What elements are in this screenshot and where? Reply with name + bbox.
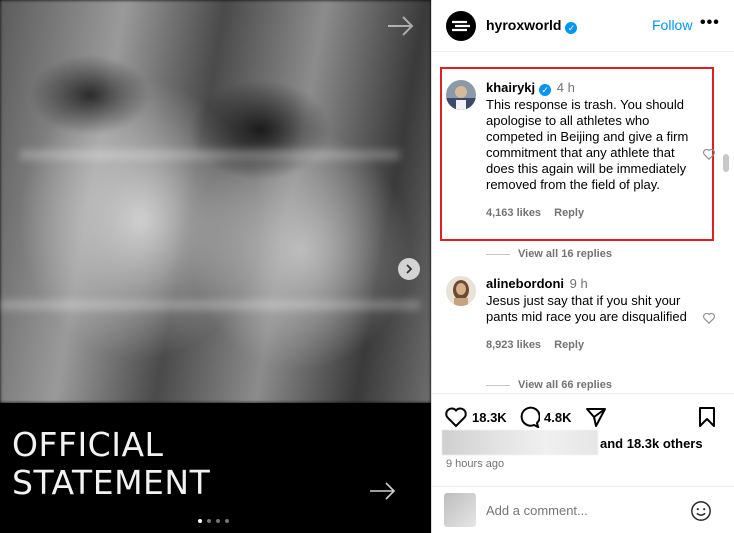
carousel-dot[interactable]	[216, 519, 220, 523]
post-timestamp[interactable]: 9 hours ago	[446, 458, 504, 470]
comment-username[interactable]: khairykj	[486, 80, 535, 95]
more-options-icon[interactable]: •••	[700, 14, 720, 32]
statement-title: OFFICIAL STATEMENT	[12, 426, 210, 502]
follow-button[interactable]: Follow	[652, 17, 692, 33]
avatar[interactable]	[446, 80, 476, 110]
share-button[interactable]	[585, 406, 607, 428]
comment-text: This response is trash. You should apolo…	[486, 97, 689, 192]
statement-line: STATEMENT	[12, 463, 211, 502]
carousel-dot[interactable]	[207, 519, 211, 523]
avatar[interactable]	[446, 11, 476, 41]
comment-username[interactable]: alinebordoni	[486, 276, 564, 291]
comment-time: 9 h	[569, 276, 588, 291]
heart-icon[interactable]	[702, 311, 716, 325]
comments-list[interactable]: khairykj ✓ 4 h This response is trash. Yo…	[432, 52, 734, 393]
post-sidebar: hyroxworld ✓ Follow ••• khairykj ✓ 4 h T…	[431, 0, 734, 533]
bookmark-icon	[699, 407, 715, 427]
statement-line: OFFICIAL	[12, 425, 164, 464]
share-icon	[586, 408, 606, 427]
verified-icon: ✓	[565, 22, 578, 34]
hyrox-logo-icon	[452, 20, 470, 32]
comment-button[interactable]: 4.8K	[518, 406, 571, 428]
avatar[interactable]	[446, 276, 476, 306]
scrollbar[interactable]	[723, 154, 729, 172]
arrow-right-icon	[388, 16, 414, 36]
comment-count: 4.8K	[544, 409, 572, 425]
comment-icon	[520, 406, 540, 428]
comment-body: alinebordoni 9 h Jesus just say that if …	[486, 276, 691, 353]
post-actions: 18.3K 4.8K and 18.3k others 9 hours ago	[432, 393, 734, 533]
post-photo	[0, 0, 431, 403]
arrow-right-icon	[370, 482, 396, 500]
comment-input[interactable]	[486, 503, 676, 518]
author-username[interactable]: hyroxworld ✓	[486, 17, 578, 34]
chevron-right-icon	[406, 264, 413, 274]
username-text: hyroxworld	[486, 17, 562, 33]
verified-icon: ✓	[539, 84, 552, 96]
carousel-dot[interactable]	[198, 519, 202, 523]
emoji-icon[interactable]	[690, 500, 712, 522]
reply-button[interactable]: Reply	[554, 207, 584, 219]
comment-likes[interactable]: 8,923 likes	[486, 339, 541, 351]
view-replies-button[interactable]: View all 16 replies	[486, 248, 612, 260]
carousel-dots	[198, 519, 229, 523]
add-comment-row	[432, 486, 734, 533]
comment-body: khairykj ✓ 4 h This response is trash. Yo…	[486, 80, 691, 221]
post-header: hyroxworld ✓ Follow •••	[432, 0, 734, 52]
comment-likes[interactable]: 4,163 likes	[486, 207, 541, 219]
save-button[interactable]	[698, 406, 716, 428]
liked-by-blurred	[442, 430, 598, 455]
avatar	[444, 493, 476, 527]
motion-blur	[0, 300, 420, 310]
comment-time: 4 h	[556, 80, 575, 95]
comment-text: Jesus just say that if you shit your pan…	[486, 293, 687, 324]
heart-icon[interactable]	[702, 147, 716, 161]
post-media: OFFICIAL STATEMENT	[0, 0, 431, 533]
next-slide-button[interactable]	[398, 258, 420, 280]
liked-by-text[interactable]: and 18.3k others	[600, 436, 703, 451]
motion-blur	[20, 150, 400, 160]
heart-icon	[445, 407, 467, 428]
like-count: 18.3K	[472, 409, 507, 425]
carousel-dot[interactable]	[225, 519, 229, 523]
view-replies-button[interactable]: View all 66 replies	[486, 379, 612, 391]
like-button[interactable]: 18.3K	[444, 406, 507, 428]
reply-button[interactable]: Reply	[554, 339, 584, 351]
